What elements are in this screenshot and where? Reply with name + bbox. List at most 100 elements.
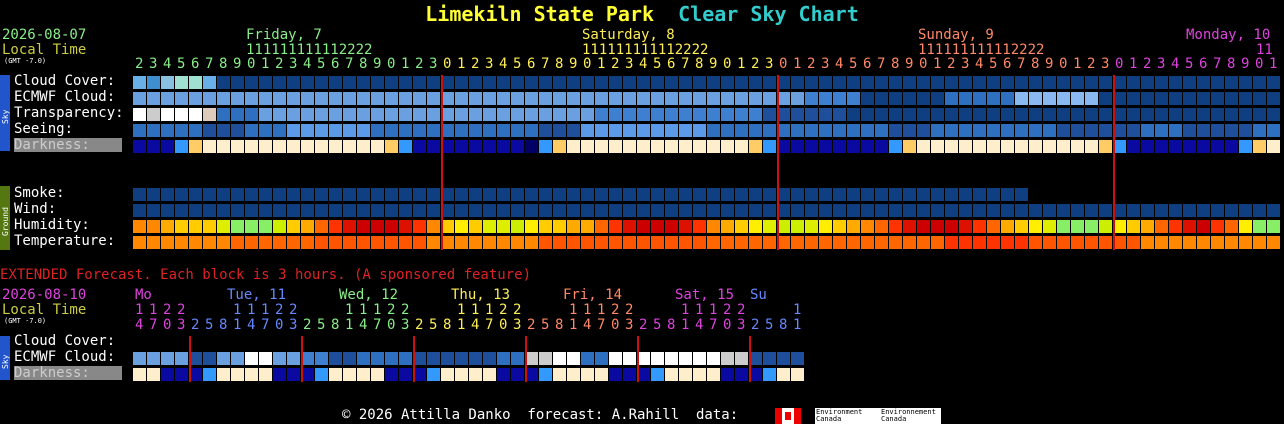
hour-digit: 6	[1199, 56, 1208, 72]
hour-digit: 7	[1017, 56, 1026, 72]
cloud-cover-cell	[357, 76, 370, 89]
darkness-cell	[693, 140, 706, 153]
ext-darkness-cell	[581, 368, 594, 381]
wind-cell	[1015, 204, 1028, 217]
cloud-cover-cell	[1225, 76, 1238, 89]
ext-darkness-cell	[553, 368, 566, 381]
extended-digit: 0	[611, 317, 620, 333]
transparency-cell	[399, 108, 412, 121]
ext-ecmwf-cloud-cell	[679, 352, 692, 365]
transparency-cell	[511, 108, 524, 121]
ecmwf-cloud-cell	[721, 92, 734, 105]
temperature-cell	[959, 236, 972, 249]
ext-darkness-cell	[483, 368, 496, 381]
humidity-cell	[539, 220, 552, 233]
label-smoke: Smoke:	[14, 185, 65, 201]
smoke-cell	[595, 188, 608, 201]
hour-digit: 2	[135, 56, 144, 72]
hour-digit: 3	[625, 56, 634, 72]
ext-darkness-cell	[595, 368, 608, 381]
humidity-cell	[1057, 220, 1070, 233]
smoke-cell	[973, 188, 986, 201]
hour-digit: 5	[1185, 56, 1194, 72]
smoke-cell	[161, 188, 174, 201]
day-sunday: Sunday, 9	[918, 27, 994, 43]
seeing-cell	[1015, 124, 1028, 137]
seeing-cell	[931, 124, 944, 137]
transparency-cell	[679, 108, 692, 121]
temperature-cell	[721, 236, 734, 249]
darkness-cell	[707, 140, 720, 153]
darkness-cell	[931, 140, 944, 153]
transparency-cell	[539, 108, 552, 121]
hour-digit: 2	[947, 56, 956, 72]
ext-darkness-cell	[469, 368, 482, 381]
hour-digit: 5	[177, 56, 186, 72]
humidity-cell	[371, 220, 384, 233]
seeing-cell	[175, 124, 188, 137]
humidity-cell	[161, 220, 174, 233]
temperature-cell	[735, 236, 748, 249]
humidity-cell	[1029, 220, 1042, 233]
transparency-cell	[931, 108, 944, 121]
label-humidity: Humidity:	[14, 217, 90, 233]
temperature-cell	[343, 236, 356, 249]
cloud-cover-cell	[623, 76, 636, 89]
temperature-cell	[273, 236, 286, 249]
extended-digit: 0	[387, 317, 396, 333]
extended-digit: 2	[163, 302, 172, 318]
extended-digit: 2	[723, 302, 732, 318]
extended-digit: 2	[177, 302, 186, 318]
hour-digit: 7	[681, 56, 690, 72]
tens-friday: 111111111112222	[246, 42, 373, 58]
cloud-cover-cell	[917, 76, 930, 89]
hour-digit: 7	[541, 56, 550, 72]
temperature-cell	[553, 236, 566, 249]
temperature-cell	[1085, 236, 1098, 249]
darkness-cell	[175, 140, 188, 153]
ecmwf-cloud-cell	[147, 92, 160, 105]
cloud-cover-cell	[483, 76, 496, 89]
smoke-cell	[931, 188, 944, 201]
temperature-cell	[539, 236, 552, 249]
ext-label-ecmwf-cloud: ECMWF Cloud:	[14, 349, 116, 365]
ext-darkness-cell	[343, 368, 356, 381]
humidity-cell	[665, 220, 678, 233]
ext-darkness-cell	[497, 368, 510, 381]
hour-digit: 8	[359, 56, 368, 72]
temperature-cell	[357, 236, 370, 249]
ecmwf-cloud-cell	[1253, 92, 1266, 105]
humidity-cell	[1015, 220, 1028, 233]
transparency-cell	[329, 108, 342, 121]
hour-digit: 2	[1087, 56, 1096, 72]
seeing-cell	[637, 124, 650, 137]
smoke-cell	[861, 188, 874, 201]
darkness-cell	[1267, 140, 1280, 153]
ext-darkness-cell	[259, 368, 272, 381]
label-temperature: Temperature:	[14, 233, 116, 249]
wind-cell	[483, 204, 496, 217]
ecmwf-cloud-cell	[987, 92, 1000, 105]
cloud-cover-cell	[231, 76, 244, 89]
cloud-cover-cell	[847, 76, 860, 89]
ecmwf-cloud-cell	[1043, 92, 1056, 105]
ext-day-fri: Fri, 14	[563, 287, 623, 303]
ext-midnight-line	[189, 336, 191, 382]
ext-ecmwf-cloud-cell	[483, 352, 496, 365]
temperature-cell	[469, 236, 482, 249]
extended-digit: 2	[737, 302, 746, 318]
temperature-cell	[1211, 236, 1224, 249]
temperature-cell	[973, 236, 986, 249]
smoke-cell	[259, 188, 272, 201]
site-name: Limekiln State Park	[425, 2, 655, 26]
cloud-cover-cell	[399, 76, 412, 89]
wind-cell	[721, 204, 734, 217]
wind-cell	[693, 204, 706, 217]
extended-digit: 1	[569, 302, 578, 318]
ext-darkness-cell	[161, 368, 174, 381]
transparency-cell	[1155, 108, 1168, 121]
smoke-cell	[721, 188, 734, 201]
seeing-cell	[469, 124, 482, 137]
temperature-cell	[511, 236, 524, 249]
darkness-cell	[609, 140, 622, 153]
